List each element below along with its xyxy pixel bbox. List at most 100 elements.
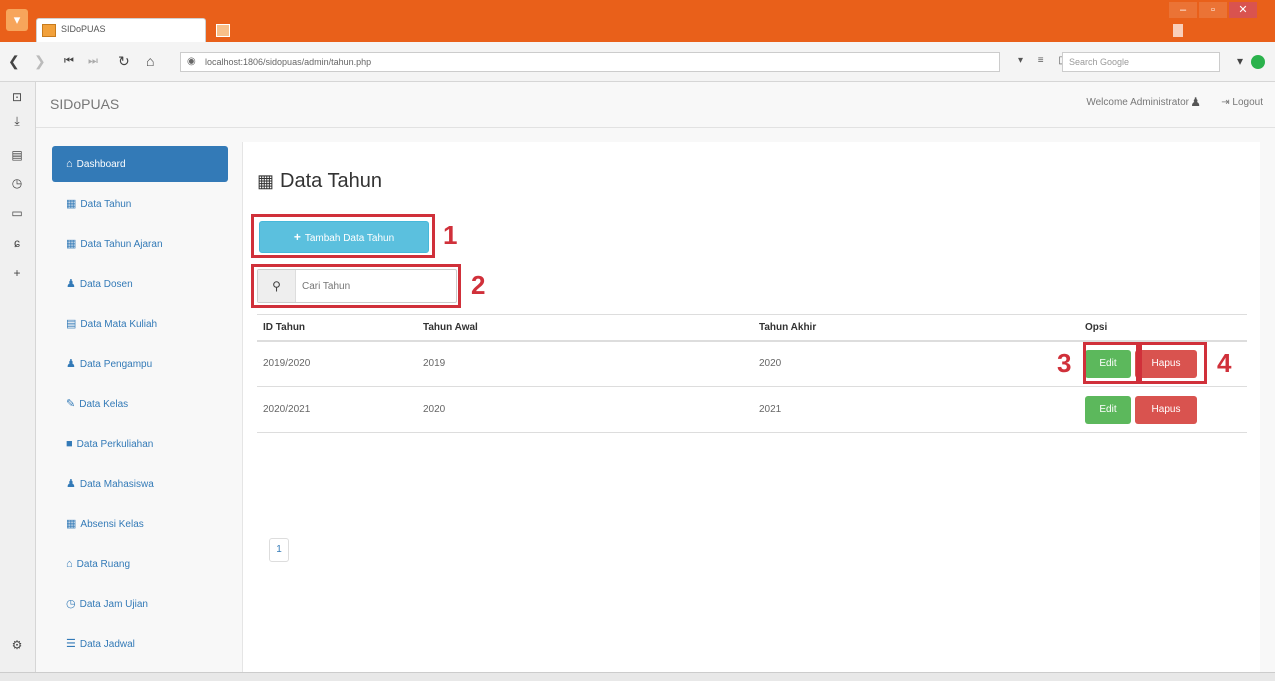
sidebar-item-label: Data Jam Ujian (79, 599, 148, 610)
pencil-icon: ✎ (66, 398, 76, 410)
bookmarks-icon[interactable]: ⊡ (9, 90, 25, 104)
fast-forward-icon[interactable]: ⏭ (88, 55, 98, 68)
user-icon: ♟ (66, 358, 76, 370)
sidebar-item-data-dosen[interactable]: ♟ Data Dosen (52, 266, 228, 306)
table-row: 2020/2021 2020 2021 Edit Hapus (257, 386, 1247, 433)
minimize-button[interactable]: – (1169, 2, 1197, 18)
pagination-page-1[interactable]: 1 (269, 538, 289, 562)
cell-akhir: 2021 (753, 386, 1079, 433)
sidebar-item-data-mahasiswa[interactable]: ♟ Data Mahasiswa (52, 466, 228, 506)
browser-menu-icon[interactable]: ▾ (6, 9, 28, 31)
calendar-icon: ▦ (257, 171, 275, 191)
extensions-area[interactable]: ▾ (1237, 54, 1265, 69)
calendar-icon: ▦ (66, 198, 77, 210)
sidebar-item-absensi-kelas[interactable]: ▦ Absensi Kelas (52, 506, 228, 546)
sidebar-item-dashboard[interactable]: ⌂ Dashboard (52, 146, 228, 182)
sidebar-item-label: Absensi Kelas (80, 519, 144, 530)
rewind-icon[interactable]: ⏮ (64, 55, 74, 68)
annotation-number-1: 1 (443, 220, 458, 250)
logout-link[interactable]: ⇥ Logout (1221, 97, 1263, 108)
close-button[interactable]: ✕ (1229, 2, 1257, 18)
column-header-options: Opsi (1079, 314, 1247, 342)
home-icon: ⌂ (66, 558, 73, 570)
main-panel: ▦Data Tahun +Tambah Data Tahun 1 ⚲ 2 ID … (242, 142, 1260, 672)
window-panel-icon[interactable]: ▭ (9, 206, 25, 220)
cell-id: 2019/2020 (257, 340, 417, 387)
annotation-number-3: 3 (1057, 348, 1072, 378)
list-icon: ☰ (66, 638, 76, 650)
tab-favicon-icon (42, 24, 56, 37)
sidebar-item-data-tahun-ajaran[interactable]: ▦ Data Tahun Ajaran (52, 226, 228, 266)
annotation-box-2 (251, 264, 461, 308)
user-icon: ♟ (66, 478, 76, 490)
table-icon: ▤ (66, 318, 77, 330)
app-brand[interactable]: SIDoPUAS (50, 96, 119, 112)
sidebar-item-data-pengampu[interactable]: ♟ Data Pengampu (52, 346, 228, 386)
notes-icon[interactable]: ▤ (9, 148, 25, 162)
web-panel-icon[interactable]: ɕ (9, 236, 25, 250)
maximize-button[interactable]: ▫ (1199, 2, 1227, 18)
annotation-number-2: 2 (471, 270, 486, 300)
sidebar-item-data-jam-ujian[interactable]: ◷ Data Jam Ujian (52, 586, 228, 626)
cell-awal: 2020 (417, 386, 753, 433)
page-title: ▦ Data Tahun (257, 170, 382, 193)
sidebar-item-data-perkuliahan[interactable]: ■ Data Perkuliahan (52, 426, 228, 466)
browser-navbar: ❮ ❯ ⏮ ⏭ ↻ ⌂ ◉ localhost:1806/sidopuas/ad… (0, 42, 1275, 82)
sidebar-item-label: Data Jadwal (79, 639, 135, 650)
sidebar-item-label: Dashboard (76, 159, 126, 170)
sidebar-item-data-jadwal[interactable]: ☰ Data Jadwal (52, 626, 228, 666)
grid-icon: ▦ (66, 518, 77, 530)
tab-title: SIDoPUAS (61, 24, 106, 34)
column-header-start: Tahun Awal (417, 314, 753, 342)
sidebar-item-label: Data Pengampu (79, 359, 153, 370)
sidebar-item-label: Data Mahasiswa (79, 479, 154, 490)
sidebar-item-data-tahun[interactable]: ▦ Data Tahun (52, 186, 228, 226)
forward-icon[interactable]: ❯ (34, 53, 46, 70)
reload-icon[interactable]: ↻ (118, 53, 130, 70)
book-icon: ■ (66, 438, 73, 450)
logout-label: Logout (1232, 97, 1263, 108)
sidebar-item-label: Data Ruang (76, 559, 131, 570)
delete-button[interactable]: Hapus (1135, 395, 1197, 424)
add-panel-icon[interactable]: + (9, 266, 25, 280)
sidebar-item-data-mata-kuliah[interactable]: ▤ Data Mata Kuliah (52, 306, 228, 346)
annotation-box-3 (1083, 342, 1139, 384)
web-page: SIDoPUAS Welcome Administrator ♟ ⇥ Logou… (36, 82, 1275, 681)
cell-id: 2020/2021 (257, 386, 417, 433)
sidebar-item-label: Data Kelas (79, 399, 129, 410)
sidebar-menu: ⌂ Dashboard ▦ Data Tahun ▦ Data Tahun Ajaran ♟… (52, 146, 228, 681)
clock-icon: ◷ (66, 598, 76, 610)
sidebar-item-label: Data Tahun (80, 199, 132, 210)
site-info-icon[interactable]: ◉ (187, 56, 196, 67)
url-text[interactable]: localhost:1806/sidopuas/admin/tahun.php (205, 57, 371, 67)
column-header-end: Tahun Akhir (753, 314, 1079, 342)
sidebar-item-label: Data Tahun Ajaran (80, 239, 163, 250)
browser-sidebar: ⊡ ⤓ ▤ ◷ ▭ ɕ + ⚙ (0, 82, 36, 681)
trash-icon[interactable] (1173, 24, 1183, 37)
sidebar-item-data-kelas[interactable]: ✎ Data Kelas (52, 386, 228, 426)
sidebar-item-label: Data Mata Kuliah (80, 319, 158, 330)
address-bar[interactable]: ◉ localhost:1806/sidopuas/admin/tahun.ph… (180, 52, 1000, 72)
calendar-icon: ▦ (66, 238, 77, 250)
browser-statusbar (0, 672, 1275, 681)
downloads-icon[interactable]: ⤓ (9, 114, 25, 129)
history-icon[interactable]: ◷ (9, 176, 25, 190)
browser-titlebar: ▾ SIDoPUAS – ▫ ✕ (0, 0, 1275, 42)
column-header-id: ID Tahun (257, 314, 417, 342)
cell-awal: 2019 (417, 340, 753, 387)
sidebar-item-data-ruang[interactable]: ⌂ Data Ruang (52, 546, 228, 586)
back-icon[interactable]: ❮ (8, 53, 20, 70)
edit-button[interactable]: Edit (1085, 395, 1131, 424)
home-icon[interactable]: ⌂ (146, 53, 154, 69)
extension-icon[interactable] (1251, 54, 1265, 69)
user-icon: ♟ (66, 278, 76, 290)
annotation-number-4: 4 (1217, 348, 1232, 378)
annotation-box-4 (1139, 342, 1207, 384)
search-engine-field[interactable]: Search Google (1062, 52, 1220, 72)
cell-akhir: 2020 (753, 340, 1079, 387)
settings-icon[interactable]: ⚙ (9, 638, 25, 652)
user-icon: ♟ (1190, 95, 1201, 109)
browser-tab[interactable]: SIDoPUAS (36, 18, 206, 42)
new-tab-icon[interactable] (216, 24, 230, 37)
welcome-text: Welcome Administrator (1086, 97, 1189, 108)
